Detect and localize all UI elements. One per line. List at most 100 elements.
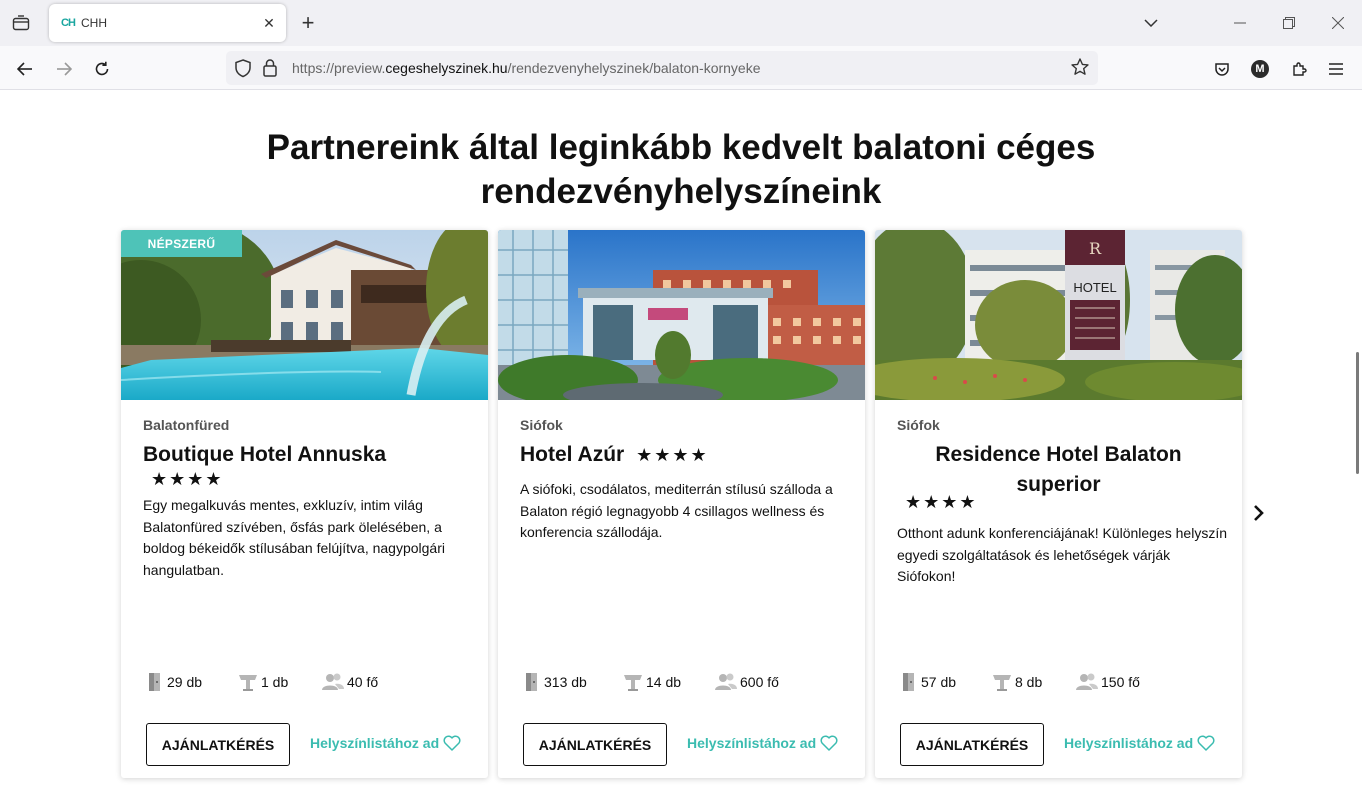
halls-stat: 1 db — [237, 672, 288, 692]
bookmark-star-icon[interactable] — [1070, 57, 1090, 77]
venue-location: Siófok — [520, 417, 563, 433]
people-icon — [1076, 673, 1098, 690]
request-offer-button[interactable]: AJÁNLATKÉRÉS — [146, 723, 290, 766]
star-rating: ★★★★ — [636, 445, 709, 465]
svg-text:R: R — [1089, 239, 1102, 258]
venue-stats: 29 db 1 db 40 fő — [145, 672, 475, 696]
capacity-value: 150 fő — [1101, 674, 1140, 690]
close-window-button[interactable] — [1326, 11, 1350, 35]
url-prefix: https://preview. — [292, 60, 386, 76]
venue-description: Egy megalkuvás mentes, exkluzív, intim v… — [143, 497, 445, 578]
door-icon — [526, 673, 537, 691]
heading-line-1: Partnereink által leginkább kedvelt bala… — [266, 128, 1096, 167]
forward-arrow-icon — [57, 62, 72, 76]
venue-photo[interactable]: R HOTEL — [875, 230, 1242, 400]
lectern-icon — [239, 675, 257, 691]
halls-value: 14 db — [646, 674, 682, 690]
url-text[interactable]: https://preview.cegeshelyszinek.hu/rende… — [292, 60, 761, 76]
tab-list-button[interactable] — [8, 10, 34, 36]
puzzle-icon — [1293, 62, 1307, 76]
add-to-list-label: Helyszínlistához ad — [310, 735, 440, 751]
venue-description: A siófoki, csodálatos, mediterrán stílus… — [520, 481, 833, 540]
address-bar[interactable]: https://preview.cegeshelyszinek.hu/rende… — [226, 51, 1098, 85]
new-tab-button[interactable]: + — [296, 10, 320, 35]
back-arrow-icon — [17, 62, 32, 76]
venue-stats: 313 db 14 db 600 fő — [522, 672, 852, 696]
venue-card[interactable]: Siófok Hotel Azúr ★★★★ A siófoki, csodál… — [498, 230, 865, 778]
venue-card[interactable]: NÉPSZERŰ Balatonfüred Boutique Hotel Ann… — [121, 230, 488, 778]
halls-value: 1 db — [261, 674, 289, 690]
venue-name[interactable]: Residence Hotel Balaton superior — [875, 440, 1242, 500]
minimize-window-button[interactable] — [1228, 11, 1252, 35]
reload-icon — [95, 61, 109, 76]
rooms-value: 57 db — [921, 674, 957, 690]
tracking-protection-shield-icon[interactable] — [234, 58, 252, 78]
browser-tab-bar: CH CHH ✕ + — [0, 0, 1362, 46]
hamburger-menu-icon — [1329, 63, 1343, 75]
back-button[interactable] — [11, 55, 39, 83]
venue-location: Balatonfüred — [143, 417, 230, 433]
heart-icon — [1197, 735, 1215, 751]
star-rating: ★★★★ — [905, 492, 978, 512]
rooms-stat: 313 db — [522, 672, 587, 692]
chevron-right-icon — [1254, 505, 1264, 521]
reload-button[interactable] — [88, 55, 116, 83]
venue-name-text: Hotel Azúr — [520, 443, 625, 466]
tab-title: CHH — [81, 16, 107, 30]
request-offer-button[interactable]: AJÁNLATKÉRÉS — [523, 723, 667, 766]
add-to-list-link[interactable]: Helyszínlistához ad — [687, 735, 838, 751]
capacity-stat: 150 fő — [1075, 672, 1140, 692]
venue-description: Otthont adunk konferenciájának! Különleg… — [897, 525, 1227, 584]
url-host: cegeshelyszinek.hu — [385, 60, 508, 76]
venue-photo[interactable] — [498, 230, 865, 400]
browser-nav-bar: https://preview.cegeshelyszinek.hu/rende… — [0, 46, 1362, 90]
halls-stat: 14 db — [622, 672, 681, 692]
request-offer-button[interactable]: AJÁNLATKÉRÉS — [900, 723, 1044, 766]
door-icon — [903, 673, 914, 691]
account-button[interactable]: M — [1246, 55, 1274, 83]
forward-button[interactable] — [50, 55, 78, 83]
halls-value: 8 db — [1015, 674, 1043, 690]
restore-window-button[interactable] — [1277, 11, 1301, 35]
people-icon — [715, 673, 737, 690]
add-to-list-label: Helyszínlistához ad — [1064, 735, 1194, 751]
people-icon — [322, 673, 344, 690]
hotel-sign-text: HOTEL — [1073, 280, 1116, 295]
heart-icon — [820, 735, 838, 751]
rooms-stat: 57 db — [899, 672, 956, 692]
account-avatar: M — [1251, 60, 1269, 78]
rooms-stat: 29 db — [145, 672, 202, 692]
add-to-list-label: Helyszínlistához ad — [687, 735, 817, 751]
popular-badge: NÉPSZERŰ — [121, 230, 242, 257]
add-to-list-link[interactable]: Helyszínlistához ad — [310, 735, 461, 751]
halls-stat: 8 db — [991, 672, 1042, 692]
capacity-stat: 600 fő — [714, 672, 779, 692]
close-tab-icon[interactable]: ✕ — [260, 14, 278, 32]
door-icon — [149, 673, 160, 691]
scrollbar[interactable] — [1356, 352, 1359, 474]
carousel-next-button[interactable] — [1249, 502, 1269, 524]
venue-name[interactable]: Hotel Azúr ★★★★ — [520, 440, 709, 470]
capacity-stat: 40 fő — [321, 672, 378, 692]
rooms-value: 313 db — [544, 674, 587, 690]
list-all-tabs-icon[interactable] — [1139, 11, 1163, 35]
capacity-value: 600 fő — [740, 674, 779, 690]
lectern-icon — [624, 675, 642, 691]
venue-stats: 57 db 8 db 150 fő — [899, 672, 1229, 696]
url-path: /rendezvenyhelyszinek/balaton-kornyeke — [507, 60, 761, 76]
heading-line-2: rendezvényhelyszíneink — [480, 172, 882, 211]
extensions-button[interactable] — [1285, 55, 1313, 83]
venue-card[interactable]: R HOTEL Siófok Residence Hotel Balaton s… — [875, 230, 1242, 778]
add-to-list-link[interactable]: Helyszínlistához ad — [1064, 735, 1215, 751]
heart-icon — [443, 735, 461, 751]
menu-button[interactable] — [1322, 55, 1350, 83]
pocket-button[interactable] — [1208, 55, 1236, 83]
pocket-icon — [1215, 63, 1229, 76]
rooms-value: 29 db — [167, 674, 203, 690]
capacity-value: 40 fő — [347, 674, 379, 690]
venue-name[interactable]: Boutique Hotel Annuska ★★★★ — [143, 440, 386, 494]
section-heading: Partnereink által leginkább kedvelt bala… — [181, 126, 1181, 214]
venue-name-line-1: Residence Hotel Balaton — [935, 443, 1182, 466]
active-tab[interactable]: CH CHH ✕ — [49, 4, 286, 42]
lock-icon[interactable] — [262, 58, 278, 78]
